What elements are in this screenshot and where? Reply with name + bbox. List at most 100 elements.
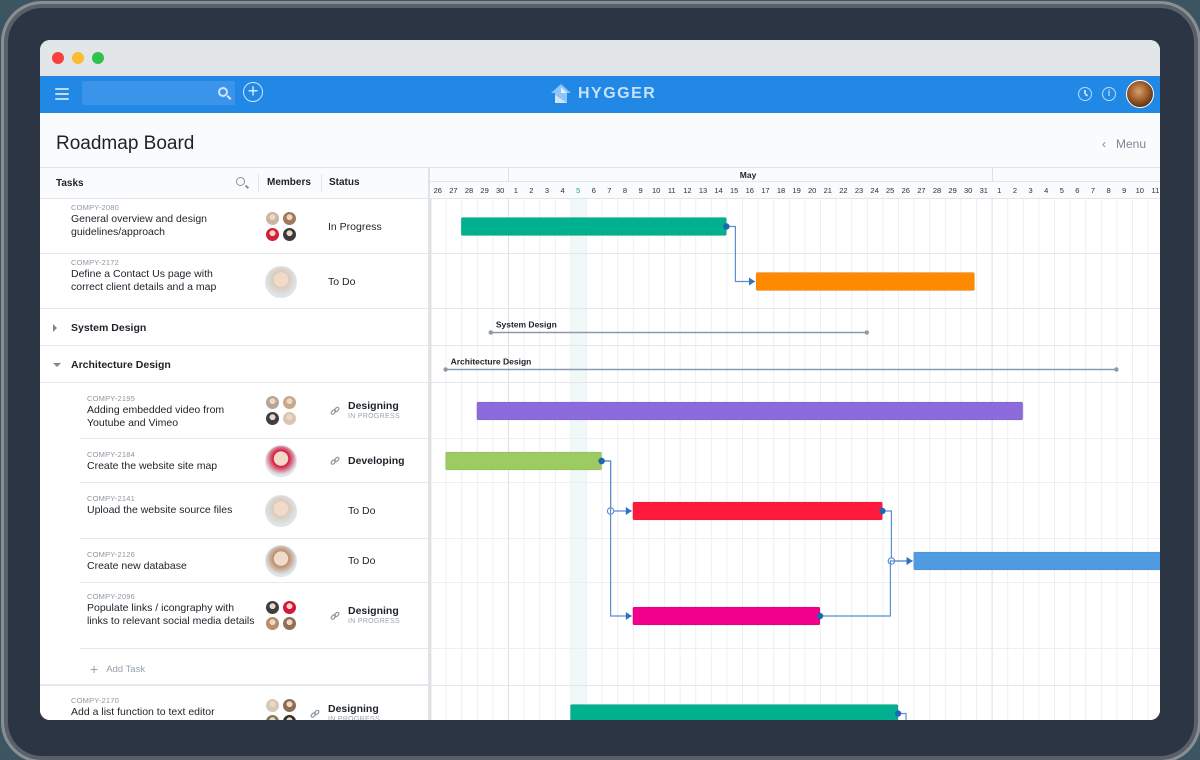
info-icon[interactable]: i xyxy=(1102,87,1116,101)
task-row[interactable]: COMPY-2170 Add a list function to text ed… xyxy=(40,686,428,720)
day-label: 3 xyxy=(1028,186,1033,195)
task-search-icon[interactable] xyxy=(236,177,245,186)
day-label: 12 xyxy=(683,186,692,195)
task-row[interactable]: COMPY-2080 General overview and design gu… xyxy=(40,199,428,254)
hamburger-menu-icon[interactable] xyxy=(55,88,69,100)
day-label: 5 xyxy=(576,186,581,195)
task-row[interactable]: COMPY-2172 Define a Contact Us page with … xyxy=(40,254,428,309)
task-bar[interactable] xyxy=(569,704,899,721)
day-label: 30 xyxy=(496,186,505,195)
search-input[interactable] xyxy=(82,81,235,105)
search-icon[interactable] xyxy=(218,87,228,97)
task-title[interactable]: Adding embedded video from Youtube and V… xyxy=(87,404,257,429)
close-window-button[interactable] xyxy=(52,52,64,64)
dependency-arrow xyxy=(749,277,756,286)
task-bar[interactable] xyxy=(460,217,727,236)
task-bar[interactable] xyxy=(445,451,603,471)
timeline-month-row: May xyxy=(430,168,1160,199)
link-icon[interactable] xyxy=(330,456,340,466)
appbar-actions: i xyxy=(1078,80,1154,108)
group-row[interactable]: System Design xyxy=(40,309,428,346)
maximize-window-button[interactable] xyxy=(92,52,104,64)
dependency-handle[interactable] xyxy=(816,612,824,620)
task-bar[interactable] xyxy=(476,401,1024,421)
link-icon[interactable] xyxy=(310,709,320,719)
member-avatar xyxy=(282,698,297,713)
day-label: 1 xyxy=(997,186,1002,195)
task-bar[interactable] xyxy=(632,501,883,521)
subtask-row[interactable]: COMPY-2141 Upload the website source file… xyxy=(80,483,428,539)
day-label: 5 xyxy=(1059,186,1064,195)
link-icon[interactable] xyxy=(330,611,340,621)
member-avatars[interactable] xyxy=(265,211,299,245)
status-sublabel: IN PROGRESS xyxy=(328,716,380,720)
status-label[interactable]: Developing xyxy=(348,455,405,467)
task-title[interactable]: Create new database xyxy=(87,560,257,573)
status-label[interactable]: Designing xyxy=(348,605,399,617)
group-span-label: System Design xyxy=(496,320,557,330)
subtask-row[interactable]: COMPY-2126 Create new database To Do xyxy=(80,539,428,583)
dependency-arrow xyxy=(906,557,913,565)
menu-toggle-button[interactable]: ‹ Menu xyxy=(1102,137,1146,151)
dependency-handle[interactable] xyxy=(598,457,605,465)
day-label: 15 xyxy=(730,186,739,195)
group-row[interactable]: Architecture Design xyxy=(40,346,428,383)
caret-right-icon[interactable] xyxy=(53,324,57,332)
task-title[interactable]: Add a list function to text editor xyxy=(71,706,246,719)
task-id: COMPY-2141 xyxy=(87,494,135,503)
task-title[interactable]: Define a Contact Us page with correct cl… xyxy=(71,268,246,293)
day-label: 29 xyxy=(948,186,957,195)
dependency-handle[interactable] xyxy=(879,507,886,515)
task-bar[interactable] xyxy=(913,551,1160,571)
day-label: 18 xyxy=(776,186,786,195)
day-label: 28 xyxy=(932,186,942,195)
status-label[interactable]: To Do xyxy=(348,505,375,517)
status-label[interactable]: Designing xyxy=(348,400,399,412)
status-label[interactable]: To Do xyxy=(328,276,355,288)
member-avatar[interactable] xyxy=(265,445,297,477)
group-span-end xyxy=(864,330,869,335)
add-icon[interactable]: + xyxy=(243,82,263,102)
members-column-header[interactable]: Members xyxy=(258,174,311,192)
subtask-row[interactable]: COMPY-2096 Populate links / icongraphy wi… xyxy=(80,583,428,649)
task-title[interactable]: General overview and design guidelines/a… xyxy=(71,213,246,238)
member-avatar xyxy=(265,698,280,713)
member-avatars[interactable] xyxy=(265,395,299,429)
task-title[interactable]: Create the website site map xyxy=(87,460,257,473)
member-avatar[interactable] xyxy=(265,495,297,527)
day-label: 28 xyxy=(464,186,474,195)
tasks-column-header[interactable]: Tasks xyxy=(56,178,84,189)
status-column-header[interactable]: Status xyxy=(321,174,360,192)
member-avatar[interactable] xyxy=(265,545,297,577)
member-avatars[interactable] xyxy=(265,600,299,634)
page-title: Roadmap Board xyxy=(56,133,195,154)
member-avatar xyxy=(265,600,280,615)
clock-icon[interactable] xyxy=(1078,87,1092,101)
add-task-button[interactable]: + Add Task xyxy=(90,661,145,677)
task-title[interactable]: Populate links / icongraphy with links t… xyxy=(87,602,257,627)
group-title[interactable]: System Design xyxy=(71,322,146,334)
member-avatar[interactable] xyxy=(265,266,297,298)
status-label[interactable]: Designing xyxy=(328,703,379,715)
day-label: 26 xyxy=(901,186,910,195)
minimize-window-button[interactable] xyxy=(72,52,84,64)
subtask-row[interactable]: COMPY-2195 Adding embedded video from You… xyxy=(80,383,428,439)
group-title[interactable]: Architecture Design xyxy=(71,359,171,371)
user-avatar[interactable] xyxy=(1126,80,1154,108)
task-bar[interactable] xyxy=(755,272,975,291)
dependency-handle[interactable] xyxy=(723,223,730,230)
day-label: 21 xyxy=(823,186,832,195)
chevron-left-icon: ‹ xyxy=(1101,137,1106,151)
subtask-row[interactable]: COMPY-2184 Create the website site map Dev… xyxy=(80,439,428,483)
task-title[interactable]: Upload the website source files xyxy=(87,504,257,517)
status-label[interactable]: In Progress xyxy=(328,221,382,233)
caret-down-icon[interactable] xyxy=(53,363,61,367)
add-task-row[interactable]: + Add Task xyxy=(40,649,428,686)
member-avatars[interactable] xyxy=(265,698,299,720)
group-span-end xyxy=(1114,367,1119,372)
link-icon[interactable] xyxy=(330,406,340,416)
task-bar[interactable] xyxy=(632,606,821,626)
day-label: 27 xyxy=(917,186,926,195)
dependency-handle[interactable] xyxy=(894,710,902,717)
status-label[interactable]: To Do xyxy=(348,555,375,567)
